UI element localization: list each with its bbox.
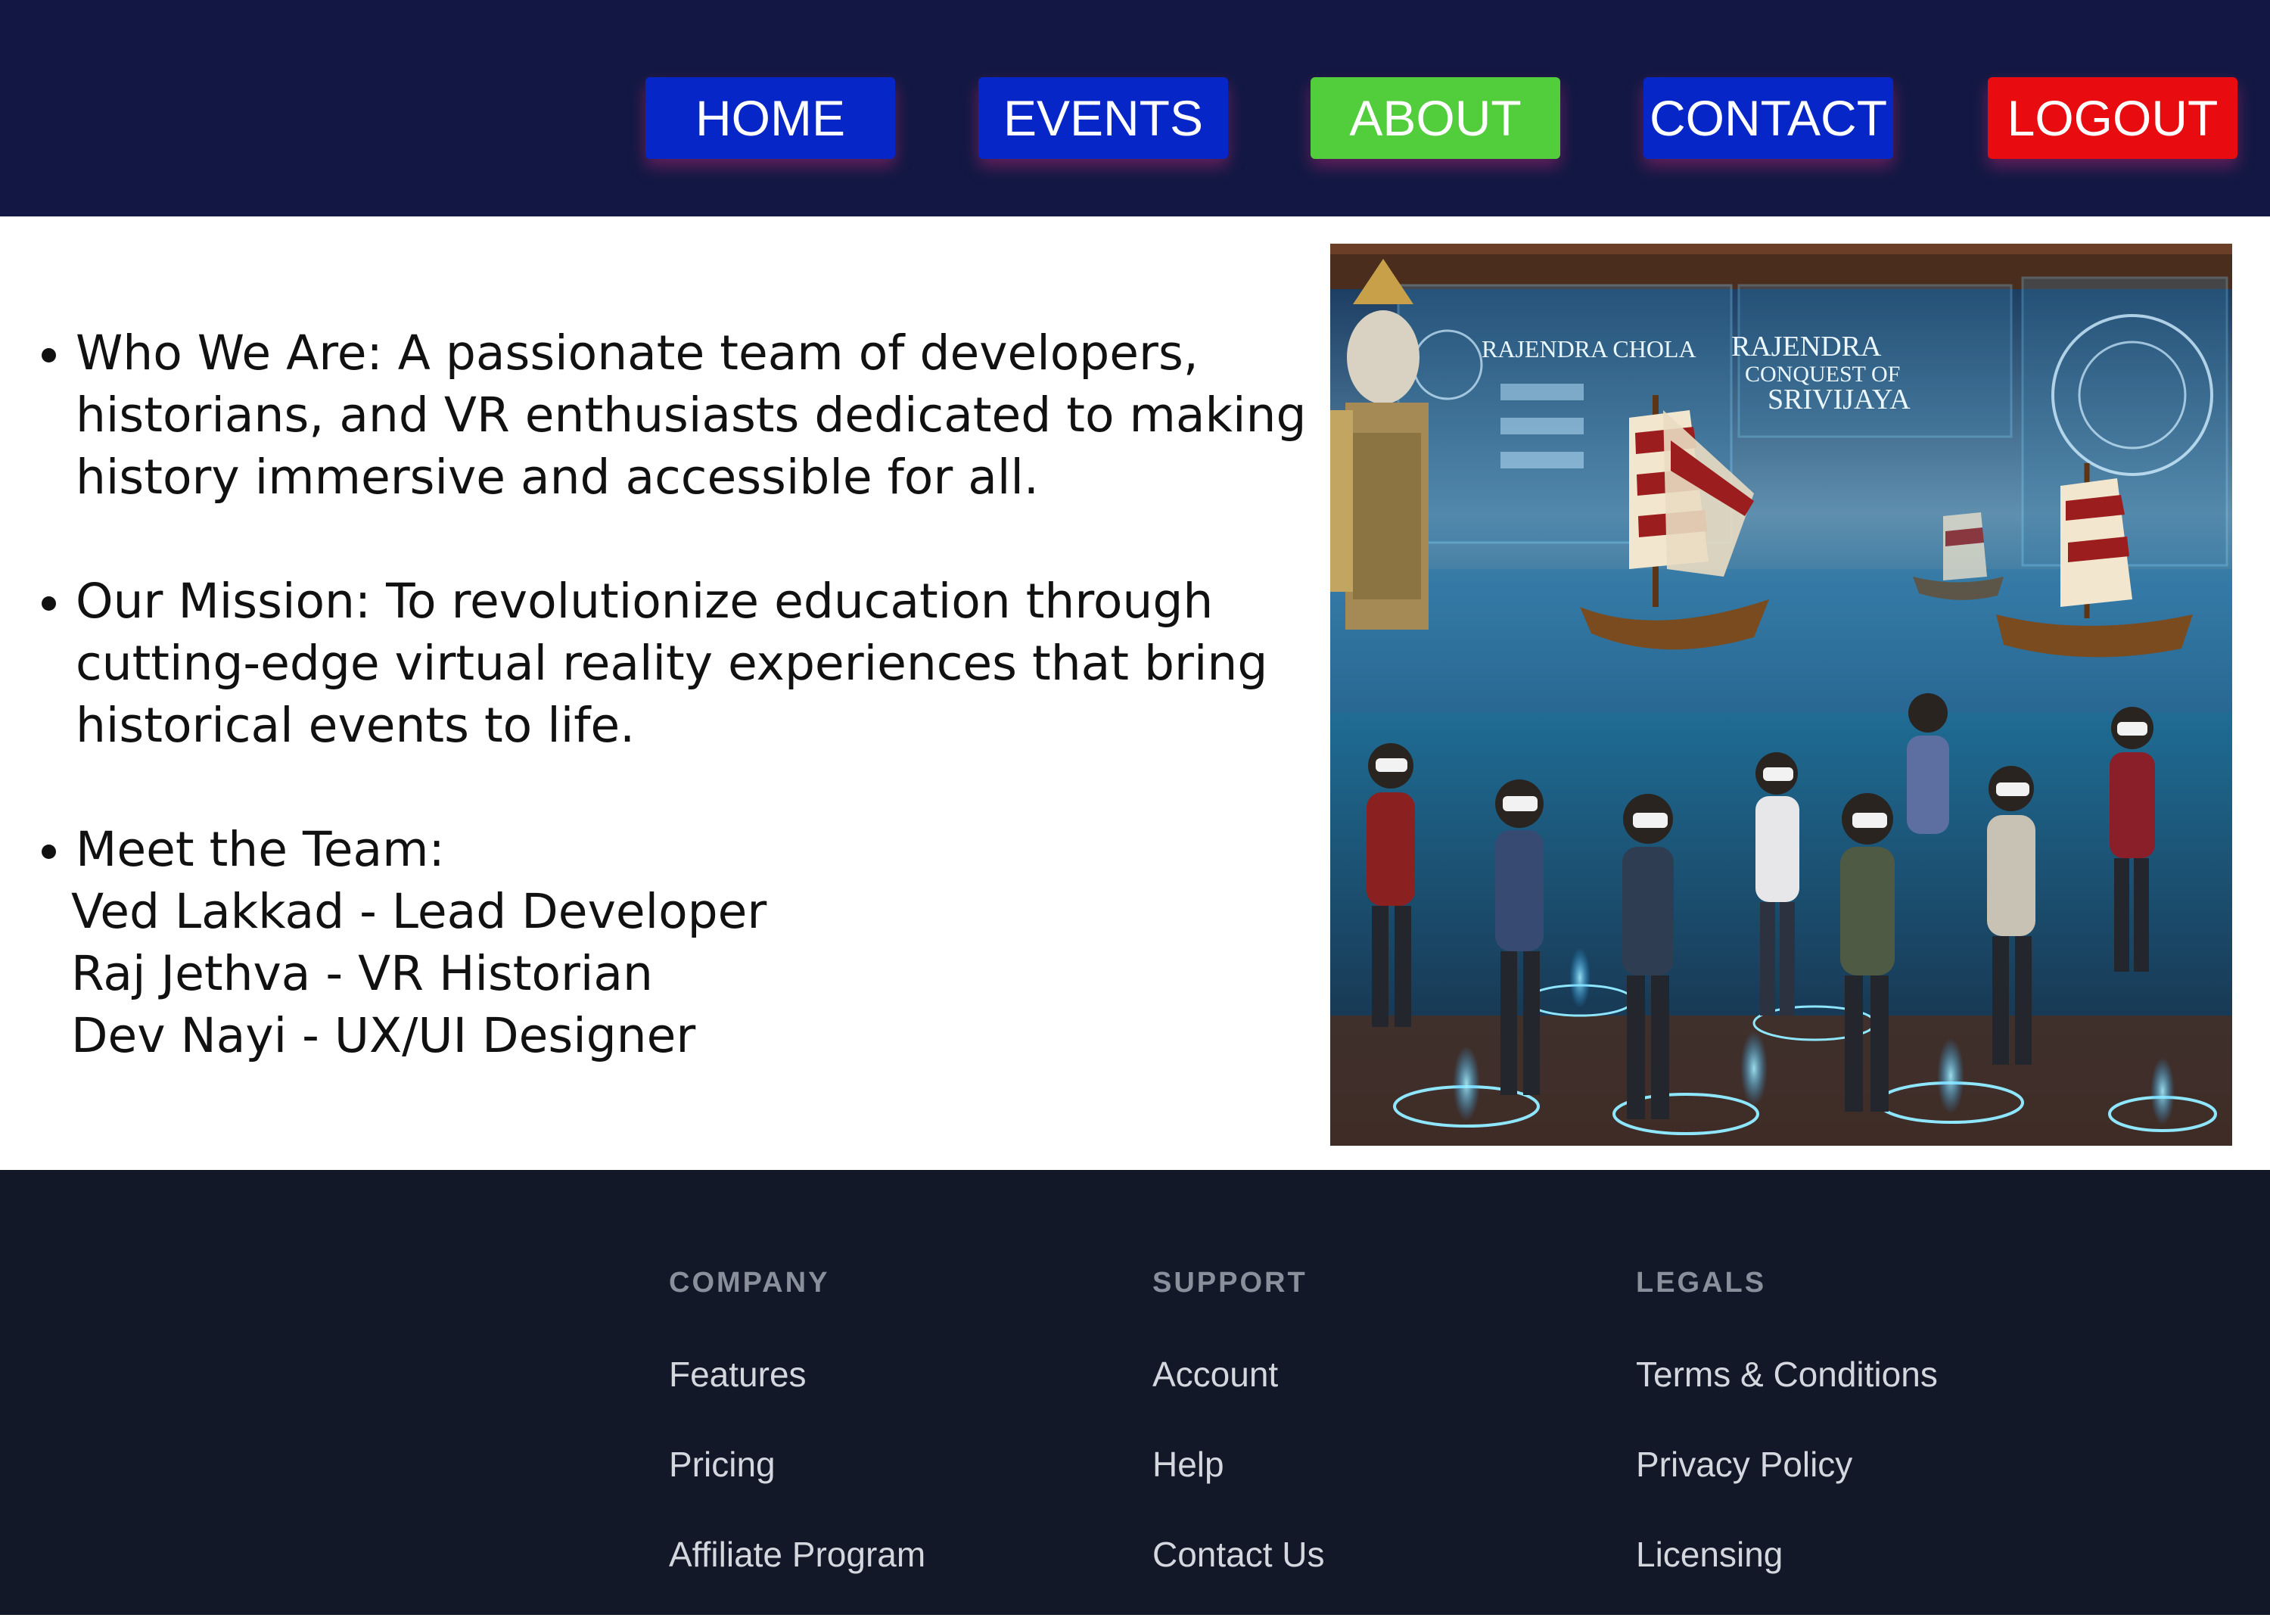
footer-column-support: SUPPORT Account Help Contact Us [1152, 1267, 1325, 1624]
who-we-are-item: Who We Are: A passionate team of develop… [76, 322, 1347, 509]
footer-link-pricing[interactable]: Pricing [669, 1444, 925, 1534]
footer-link-licensing[interactable]: Licensing [1636, 1534, 1938, 1624]
site-footer: COMPANY Features Pricing Affiliate Progr… [0, 1170, 2270, 1615]
footer-heading-legals: LEGALS [1636, 1267, 1767, 1299]
footer-link-contact-us[interactable]: Contact Us [1152, 1534, 1325, 1624]
mission-item: Our Mission: To revolutionize education … [76, 571, 1347, 757]
footer-link-privacy-policy[interactable]: Privacy Policy [1636, 1444, 1938, 1534]
hero-caption-right-3: SRIVIJAYA [1768, 384, 1911, 415]
team-member: Raj Jethva - VR Historian [71, 946, 653, 1001]
hero-caption-right-1: RAJENDRA [1731, 331, 1882, 362]
hero-image: RAJENDRA CHOLA RAJENDRA CONQUEST OF SRIV… [1330, 244, 2232, 1146]
footer-heading-support: SUPPORT [1152, 1267, 1308, 1299]
team-member: Dev Nayi - UX/UI Designer [71, 1008, 696, 1063]
footer-link-terms[interactable]: Terms & Conditions [1636, 1354, 1938, 1444]
team-heading: Meet the Team: [76, 822, 445, 877]
about-info-list: Who We Are: A passionate team of develop… [23, 322, 1347, 1129]
footer-heading-company: COMPANY [669, 1267, 830, 1299]
about-section: Who We Are: A passionate team of develop… [0, 216, 2270, 1170]
nav-events-button[interactable]: EVENTS [978, 77, 1228, 159]
nav-contact-button[interactable]: CONTACT [1643, 77, 1893, 159]
nav-about-button[interactable]: ABOUT [1311, 77, 1560, 159]
who-we-are-text: Who We Are: A passionate team of develop… [76, 325, 1307, 505]
nav-logout-button[interactable]: LOGOUT [1988, 77, 2237, 159]
nav-home-button[interactable]: HOME [645, 77, 895, 159]
footer-link-help[interactable]: Help [1152, 1444, 1325, 1534]
mission-text: Our Mission: To revolutionize education … [76, 574, 1268, 753]
footer-column-company: COMPANY Features Pricing Affiliate Progr… [669, 1267, 925, 1624]
hero-caption-left: RAJENDRA CHOLA [1482, 335, 1696, 362]
footer-link-account[interactable]: Account [1152, 1354, 1325, 1444]
footer-column-legals: LEGALS Terms & Conditions Privacy Policy… [1636, 1267, 1938, 1624]
team-item: Meet the Team: Ved Lakkad - Lead Develop… [71, 819, 1347, 1067]
team-member: Ved Lakkad - Lead Developer [71, 884, 767, 939]
top-navbar: HOME EVENTS ABOUT CONTACT LOGOUT [0, 0, 2270, 216]
footer-link-affiliate-program[interactable]: Affiliate Program [669, 1534, 925, 1624]
footer-link-features[interactable]: Features [669, 1354, 925, 1444]
